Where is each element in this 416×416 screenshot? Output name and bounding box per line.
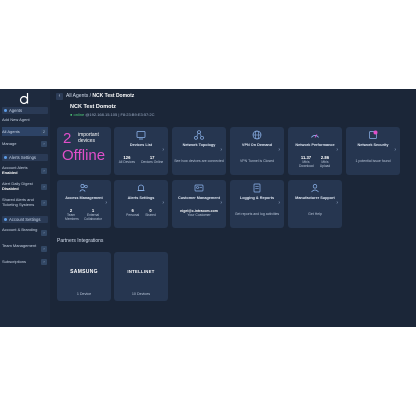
samsung-logo: SAMSUNG <box>70 269 98 275</box>
sidebar-item-subscriptions[interactable]: Subscriptions › <box>2 259 48 265</box>
chevron-right-icon: › <box>278 147 280 153</box>
online-devices-stat: 17 Devices Online <box>141 155 164 164</box>
sidebar-item-shared-alerts[interactable]: Shared Alerts and Ticketing Systems › <box>2 197 48 209</box>
sidebar-item-alert-digest[interactable]: Alert Daily Digest Disabled › <box>2 181 48 193</box>
document-icon <box>253 183 261 193</box>
chevron-right-icon: › <box>41 140 47 147</box>
chevron-right-icon: › <box>41 230 47 236</box>
partner-card-intellinet[interactable]: INTELLINET 10 Devices <box>114 252 168 301</box>
chevron-right-icon: › <box>41 200 47 206</box>
chevron-right-icon: › <box>162 147 164 153</box>
network-topology-card[interactable]: Network Topology › See how devices are c… <box>172 127 226 175</box>
intellinet-logo: INTELLINET <box>127 269 155 274</box>
chevron-right-icon: › <box>336 200 338 206</box>
alerts-section-icon <box>4 156 7 160</box>
personal-alerts-stat: 6 Personal <box>126 208 140 217</box>
external-collaborator-stat: 1 External Collaborator <box>84 208 102 221</box>
sidebar-item-team-management[interactable]: Team Management › <box>2 243 48 255</box>
offline-label: important devices <box>78 132 99 144</box>
chevron-right-icon: › <box>220 200 222 206</box>
back-chevron-icon[interactable]: ‹ <box>56 93 63 100</box>
online-status: ● online <box>70 112 85 117</box>
sidebar-item-account-alerts[interactable]: Account Alerts Enabled › <box>2 165 48 177</box>
partners-title: Partners Integrations <box>57 238 104 244</box>
sidebar-section-agents[interactable]: Agents <box>2 107 48 114</box>
alerts-settings-card[interactable]: Alerts Settings › 6 Personal 0 Shared <box>114 180 168 228</box>
chevron-right-icon: › <box>162 200 164 206</box>
all-agents-count-badge: 2 <box>41 128 47 135</box>
network-performance-card[interactable]: Network Performance › 11.37 Mb/s Download… <box>288 127 342 175</box>
chevron-right-icon: › <box>41 184 47 190</box>
manufacturer-support-card[interactable]: Manufacturer Support › Get Help <box>288 180 342 228</box>
offline-devices-card[interactable]: 2 important devices Offline <box>57 127 111 175</box>
offline-status: Offline <box>62 147 106 164</box>
chevron-right-icon: › <box>336 147 338 153</box>
shared-alerts-stat: 0 Shared <box>145 208 156 217</box>
customer-management-card[interactable]: Customer Management › nigel@c-intracom.c… <box>172 180 226 228</box>
sidebar: Agents Add New Agent All Agents 2 Manage ›… <box>0 89 50 327</box>
chevron-right-icon: › <box>41 246 47 252</box>
speedometer-icon <box>311 134 319 138</box>
chevron-right-icon: › <box>105 200 107 206</box>
chevron-right-icon: › <box>394 147 396 153</box>
upload-stat: 2.86 Mb/s Upload <box>319 155 331 168</box>
access-management-card[interactable]: Access Management › 2 Team Members 1 Exter… <box>57 180 111 228</box>
breadcrumb-parent[interactable]: All Agents <box>66 93 88 99</box>
agent-details: @192.168.15.105 | F8:23:B9:E3:57:2C <box>85 112 155 117</box>
all-devices-stat: 126 All Devices <box>118 155 136 164</box>
topology-icon <box>194 130 204 140</box>
vpn-on-demand-card[interactable]: VPN On Demand › VPN Tunnel is Closed <box>230 127 284 175</box>
chevron-right-icon: › <box>41 168 47 174</box>
team-members-stat: 2 Team Members <box>65 208 79 221</box>
domotz-logo <box>19 93 29 105</box>
agent-status-line: ● online @192.168.15.105 | F8:23:B9:E3:5… <box>70 112 155 117</box>
devices-icon <box>136 131 146 140</box>
devices-list-card[interactable]: Devices List › 126 All Devices 17 Devices … <box>114 127 168 175</box>
sidebar-section-alerts[interactable]: Alerts Settings <box>2 154 48 161</box>
chevron-right-icon: › <box>41 259 47 265</box>
sidebar-item-manage[interactable]: Manage › <box>2 139 48 148</box>
logging-reports-card[interactable]: Logging & Reports › Get reports and log … <box>230 180 284 228</box>
shield-alert-icon <box>369 130 378 139</box>
support-agent-icon <box>311 184 319 193</box>
app-window: Agents Add New Agent All Agents 2 Manage ›… <box>0 89 416 327</box>
breadcrumb-current: NCK Test Domotz <box>92 93 135 99</box>
sidebar-item-add-agent[interactable]: Add New Agent <box>2 117 48 123</box>
chevron-right-icon: › <box>278 200 280 206</box>
partner-card-samsung[interactable]: SAMSUNG 1 Device <box>57 252 111 301</box>
agent-title: NCK Test Domotz <box>70 104 117 110</box>
breadcrumb: ‹ All Agents / NCK Test Domotz <box>56 93 134 100</box>
bell-icon <box>137 184 145 191</box>
sidebar-item-all-agents[interactable]: All Agents 2 <box>2 127 48 136</box>
download-stat: 11.37 Mb/s Download <box>299 155 314 168</box>
offline-count: 2 <box>63 130 72 147</box>
sidebar-section-account[interactable]: Account Settings <box>2 216 48 223</box>
network-security-card[interactable]: Network Security › 1 potential issue fou… <box>346 127 400 175</box>
chevron-right-icon: › <box>220 147 222 153</box>
customer-card-icon <box>194 184 204 192</box>
globe-icon <box>252 130 262 140</box>
agents-section-icon <box>4 109 7 113</box>
users-icon <box>79 184 88 192</box>
account-section-icon <box>4 218 7 222</box>
sidebar-item-account-branding[interactable]: Account & Branding › <box>2 227 48 239</box>
